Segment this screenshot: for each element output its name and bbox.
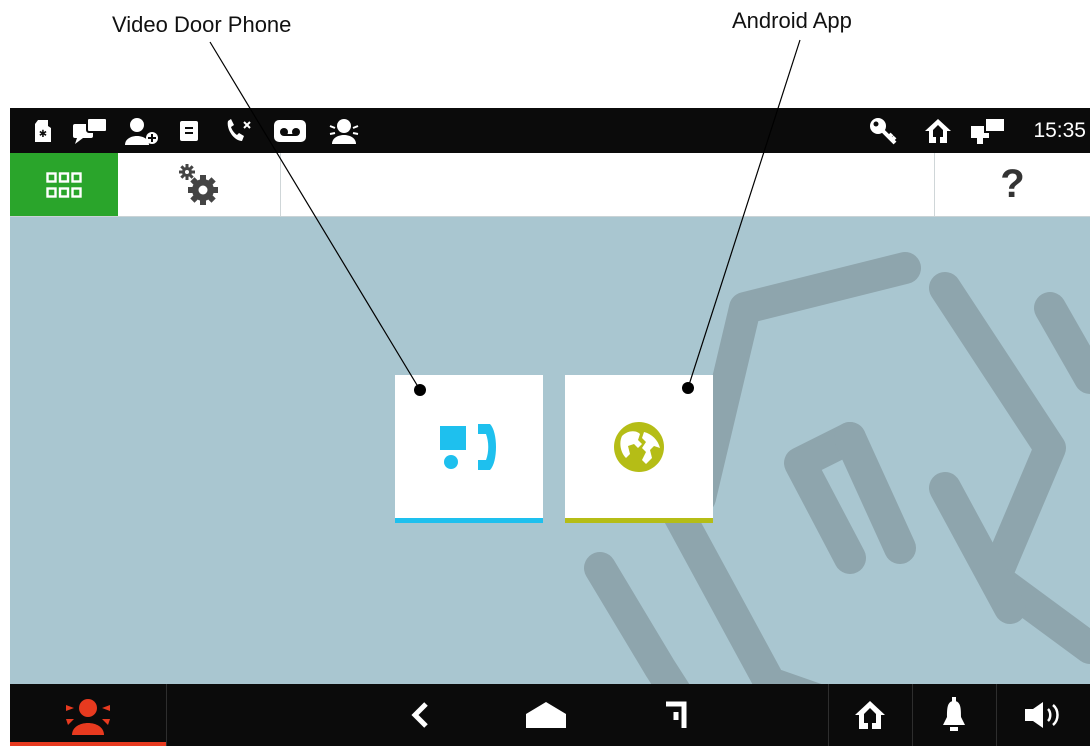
home-icon <box>922 108 954 153</box>
home-pentagon-icon <box>526 702 566 728</box>
volume-button[interactable] <box>996 684 1090 746</box>
key-icon <box>868 108 898 153</box>
recents-button[interactable] <box>646 684 706 746</box>
android-app-tile[interactable] <box>565 375 713 523</box>
door-intercom-icon <box>176 108 202 153</box>
network-icon <box>970 108 1006 153</box>
back-chevron-icon <box>411 702 428 728</box>
messages-icon <box>72 108 108 153</box>
apps-button[interactable] <box>10 153 118 216</box>
back-button[interactable] <box>390 684 450 746</box>
video-door-phone-tile[interactable] <box>395 375 543 523</box>
panic-alarm-icon <box>66 699 110 735</box>
missed-call-icon <box>224 108 254 153</box>
status-time: 15:35 <box>1033 119 1086 142</box>
house-button[interactable] <box>828 684 912 746</box>
video-door-phone-accent <box>395 518 543 523</box>
globe-icon <box>614 421 664 472</box>
house-icon <box>855 701 885 729</box>
callout-video-door-phone: Video Door Phone <box>112 12 292 37</box>
recents-icon <box>666 701 687 728</box>
device-screen: ✱ 15:35 ? <box>10 108 1090 746</box>
top-bar: ? <box>10 153 1090 217</box>
android-app-accent <box>565 518 713 523</box>
alarm-person-icon <box>326 108 362 153</box>
panic-underline <box>10 742 166 746</box>
home-nav-button[interactable] <box>516 684 576 746</box>
settings-button[interactable] <box>118 153 281 216</box>
volume-icon <box>1025 702 1059 728</box>
voicemail-icon <box>272 108 308 153</box>
video-door-phone-icon <box>440 423 496 470</box>
navigation-bar <box>10 684 1090 746</box>
apps-grid-icon <box>46 171 82 198</box>
user-add-icon <box>122 108 162 153</box>
panic-button[interactable] <box>10 684 166 746</box>
nav-divider <box>166 684 167 746</box>
status-bar: ✱ 15:35 <box>10 108 1090 153</box>
bell-icon <box>943 697 965 731</box>
settings-gears-icon <box>179 163 218 205</box>
bell-button[interactable] <box>912 684 996 746</box>
help-button[interactable]: ? <box>934 153 1090 216</box>
callout-android-app: Android App <box>732 8 852 33</box>
sd-card-icon: ✱ <box>32 108 54 153</box>
svg-text:✱: ✱ <box>39 129 47 140</box>
